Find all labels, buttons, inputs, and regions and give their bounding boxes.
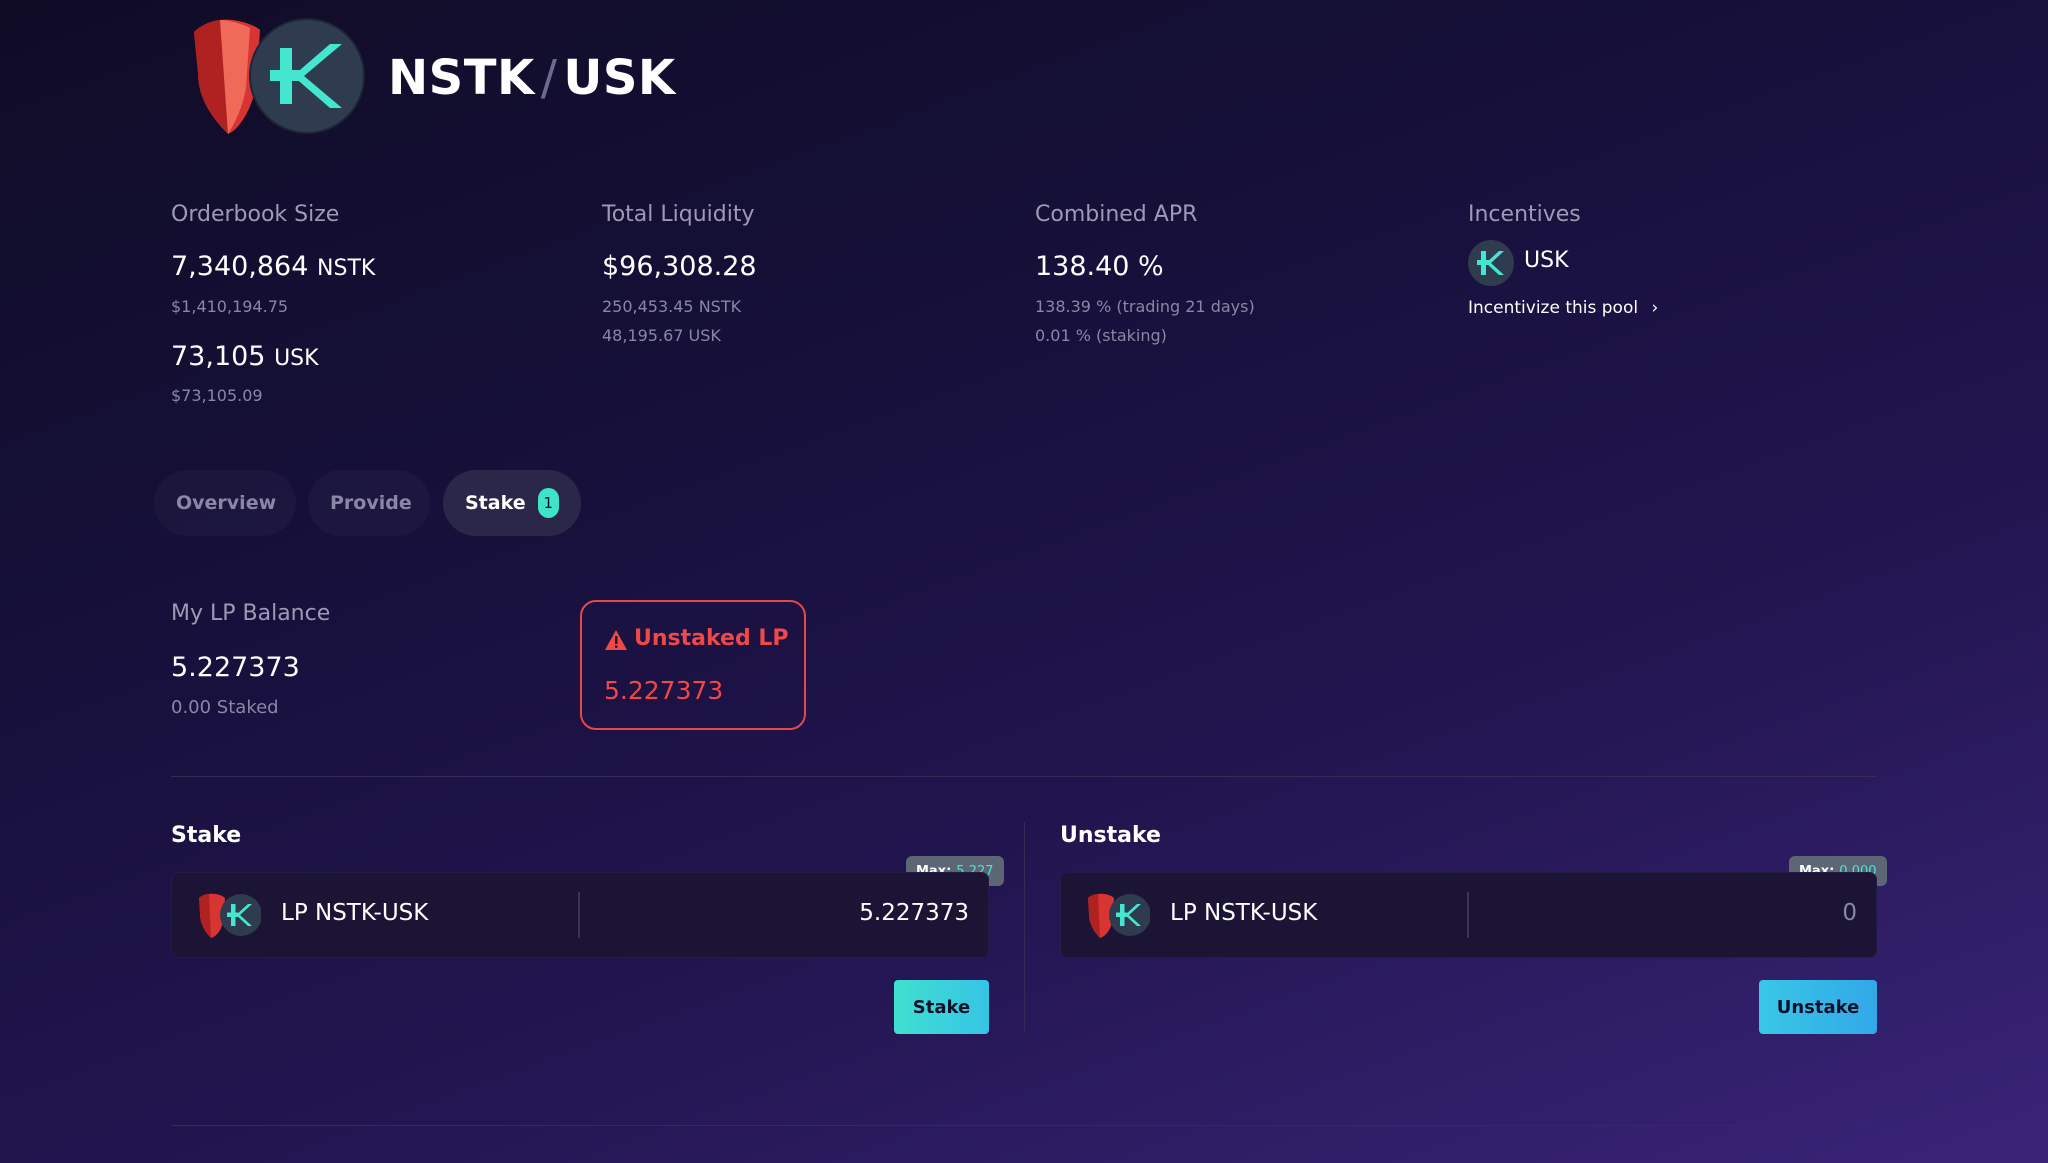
pair-slash: /	[540, 50, 558, 106]
usk-token-icon	[1468, 240, 1514, 286]
lp-token-icon	[197, 892, 262, 938]
tab-overview-label: Overview	[176, 492, 277, 514]
tab-overview[interactable]: Overview	[154, 470, 296, 536]
pair-quote: USK	[563, 50, 676, 106]
stake-amount-field[interactable]: LP NSTK-USK 5.227373	[171, 872, 989, 958]
section-divider	[171, 776, 1877, 777]
unstake-amount-value[interactable]: 0	[1842, 900, 1857, 926]
stake-button[interactable]: Stake	[894, 980, 989, 1034]
stake-token-name: LP NSTK-USK	[281, 900, 429, 926]
pair-base: NSTK	[388, 50, 535, 106]
pair-logo-icons	[194, 18, 365, 135]
panel-divider	[1024, 822, 1025, 1032]
combined-apr-value: 138.40 %	[1035, 251, 1164, 282]
unstake-amount-field[interactable]: LP NSTK-USK 0	[1060, 872, 1877, 958]
chevron-right-icon: ›	[1651, 298, 1659, 318]
tab-provide-label: Provide	[330, 492, 412, 514]
incentive-token: USK	[1524, 248, 1569, 273]
total-liquidity-value: $96,308.28	[602, 251, 757, 282]
orderbook-usk-unit: USK	[274, 346, 319, 371]
tab-stake[interactable]: Stake 1	[443, 470, 581, 536]
orderbook-nstk-unit: NSTK	[317, 256, 376, 281]
orderbook-size-label: Orderbook Size	[171, 202, 340, 227]
apr-staking: 0.01 % (staking)	[1035, 326, 1167, 345]
unstaked-lp-label: Unstaked LP	[634, 626, 789, 651]
stake-amount-value[interactable]: 5.227373	[859, 900, 969, 926]
orderbook-usk-value: 73,105	[171, 341, 266, 372]
incentivize-pool-label: Incentivize this pool	[1468, 298, 1639, 318]
total-liquidity-label: Total Liquidity	[602, 202, 755, 227]
liquidity-usk: 48,195.67 USK	[602, 326, 721, 345]
unstaked-lp-warning: Unstaked LP 5.227373	[580, 600, 806, 730]
unstake-section-title: Unstake	[1060, 823, 1161, 848]
liquidity-nstk: 250,453.45 NSTK	[602, 297, 742, 316]
orderbook-nstk-usd: $1,410,194.75	[171, 297, 289, 316]
warning-triangle-icon	[604, 629, 628, 651]
tab-provide[interactable]: Provide	[308, 470, 430, 536]
lp-balance-value: 5.227373	[171, 652, 300, 683]
unstake-field-separator	[1467, 892, 1469, 938]
orderbook-nstk-amount: 7,340,864 NSTK	[171, 251, 375, 282]
orderbook-nstk-value: 7,340,864	[171, 251, 309, 282]
bottom-divider	[171, 1125, 1877, 1126]
pair-logo	[190, 18, 380, 138]
kujira-k-icon	[249, 18, 365, 134]
incentives-label: Incentives	[1468, 202, 1581, 227]
stake-section-title: Stake	[171, 823, 242, 848]
tab-stake-badge: 1	[537, 488, 559, 518]
page-title: NSTK / USK	[388, 50, 676, 106]
incentivize-pool-link[interactable]: Incentivize this pool ›	[1468, 298, 1658, 318]
combined-apr-label: Combined APR	[1035, 202, 1198, 227]
lp-staked-value: 0.00 Staked	[171, 697, 279, 718]
stake-field-separator	[578, 892, 580, 938]
unstake-button[interactable]: Unstake	[1759, 980, 1877, 1034]
tab-stake-label: Stake	[465, 492, 526, 514]
lp-balance-label: My LP Balance	[171, 601, 331, 626]
orderbook-usk-usd: $73,105.09	[171, 386, 263, 405]
unstake-token-name: LP NSTK-USK	[1170, 900, 1318, 926]
apr-trading: 138.39 % (trading 21 days)	[1035, 297, 1255, 316]
orderbook-usk-amount: 73,105 USK	[171, 341, 319, 372]
lp-token-icon	[1086, 892, 1151, 938]
unstaked-lp-value: 5.227373	[604, 676, 724, 705]
